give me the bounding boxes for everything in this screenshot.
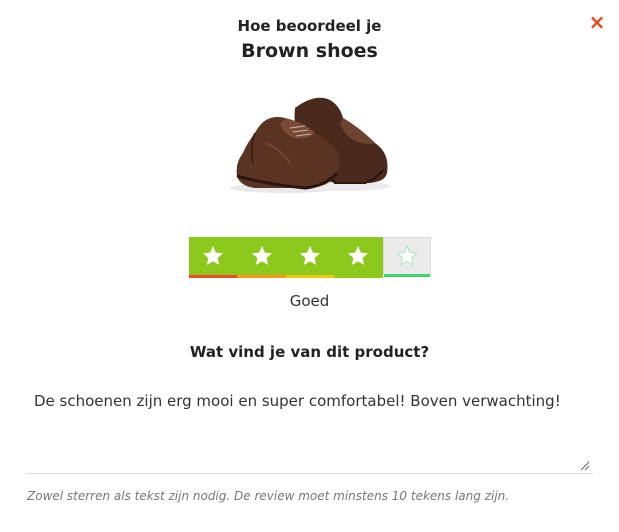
star-icon xyxy=(299,246,320,265)
product-title: Brown shoes xyxy=(241,40,378,62)
rating-star-2[interactable] xyxy=(237,237,286,278)
star-icon xyxy=(251,246,272,265)
dialog-subtitle: Hoe beoordeel je xyxy=(237,17,382,35)
star-icon xyxy=(203,246,224,265)
rating-bar-segment xyxy=(285,275,335,278)
rating-star-1[interactable] xyxy=(189,237,238,278)
rating-bar-segment xyxy=(334,275,383,278)
rating-bar-segment xyxy=(237,275,286,278)
review-textarea[interactable]: De schoenen zijn erg mooi en super comfo… xyxy=(26,378,593,474)
rating-star-5[interactable] xyxy=(382,237,431,277)
rating-bar-segment xyxy=(189,275,238,278)
rating-star-4[interactable] xyxy=(334,237,383,278)
rating-bar-segment xyxy=(383,274,430,277)
resize-grip-icon[interactable] xyxy=(580,461,590,471)
product-image xyxy=(230,97,390,193)
star-icon xyxy=(395,244,418,267)
helper-text: Zowel sterren als tekst zijn nodig. De r… xyxy=(27,489,510,503)
rating-label: Goed xyxy=(289,292,330,310)
star-icon xyxy=(348,246,369,265)
rating-star-3[interactable] xyxy=(285,237,335,278)
review-question: Wat vind je van dit product? xyxy=(189,343,430,361)
star-rating xyxy=(189,237,431,279)
